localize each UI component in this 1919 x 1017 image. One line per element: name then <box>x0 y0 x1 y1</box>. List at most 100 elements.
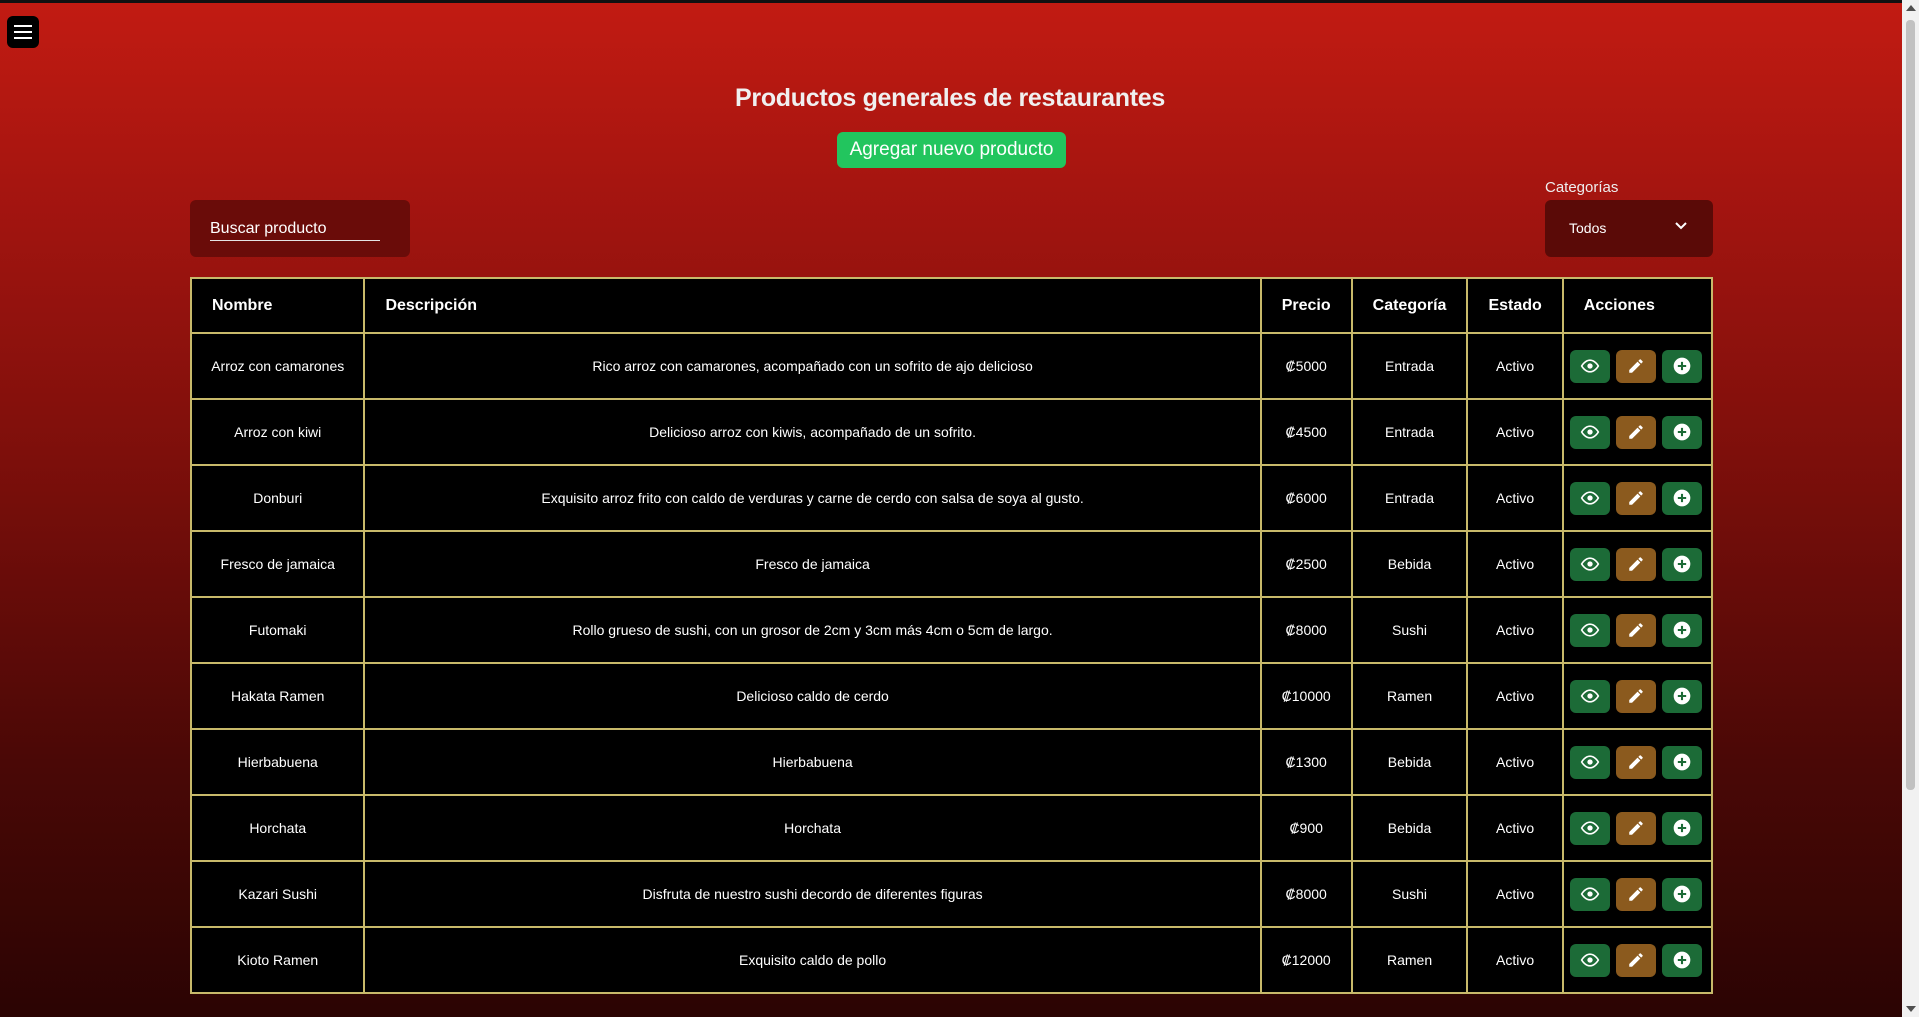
view-button[interactable] <box>1569 679 1610 713</box>
cell-precio: ₡6000 <box>1259 464 1353 532</box>
cell-descripcion: Rollo grueso de sushi, con un grosor de … <box>363 596 1262 664</box>
add-to-menu-button[interactable] <box>1661 877 1702 911</box>
plus-circle-icon <box>1672 818 1692 838</box>
cell-descripcion: Exquisito caldo de pollo <box>363 926 1262 994</box>
cell-categoria: Entrada <box>1350 332 1469 400</box>
cell-descripcion: Hierbabuena <box>363 728 1262 796</box>
view-button[interactable] <box>1569 349 1610 383</box>
table-row: Arroz con kiwi Delicioso arroz con kiwis,… <box>189 398 1714 466</box>
cell-nombre: Kazari Sushi <box>189 860 366 928</box>
eye-icon <box>1580 359 1600 373</box>
cell-acciones <box>1561 464 1714 532</box>
scroll-up-arrow-icon[interactable] <box>1906 5 1916 11</box>
cell-nombre: Futomaki <box>189 596 366 664</box>
cell-precio: ₡2500 <box>1259 530 1353 598</box>
eye-icon <box>1580 755 1600 769</box>
view-button[interactable] <box>1569 745 1610 779</box>
scrollbar-thumb[interactable] <box>1906 20 1915 790</box>
view-button[interactable] <box>1569 943 1610 977</box>
cell-estado: Activo <box>1466 596 1564 664</box>
cell-estado: Activo <box>1466 662 1564 730</box>
add-to-menu-button[interactable] <box>1661 943 1702 977</box>
cell-categoria: Bebida <box>1350 728 1469 796</box>
edit-button[interactable] <box>1615 349 1656 383</box>
column-header-descripcion: Descripción <box>363 277 1262 334</box>
column-header-estado: Estado <box>1466 277 1564 334</box>
cell-precio: ₡12000 <box>1259 926 1353 994</box>
cell-nombre: Fresco de jamaica <box>189 530 366 598</box>
cell-descripcion: Horchata <box>363 794 1262 862</box>
cell-acciones <box>1561 398 1714 466</box>
cell-precio: ₡4500 <box>1259 398 1353 466</box>
cell-descripcion: Rico arroz con camarones, acompañado con… <box>363 332 1262 400</box>
eye-icon <box>1580 623 1600 637</box>
menu-button[interactable] <box>7 16 39 48</box>
cell-acciones <box>1561 662 1714 730</box>
edit-button[interactable] <box>1615 811 1656 845</box>
edit-button[interactable] <box>1615 481 1656 515</box>
table-row: Futomaki Rollo grueso de sushi, con un gr… <box>189 596 1714 664</box>
cell-acciones <box>1561 728 1714 796</box>
cell-nombre: Donburi <box>189 464 366 532</box>
edit-button[interactable] <box>1615 613 1656 647</box>
edit-button[interactable] <box>1615 745 1656 779</box>
eye-icon <box>1580 557 1600 571</box>
search-input[interactable] <box>210 218 380 241</box>
plus-circle-icon <box>1672 422 1692 442</box>
cell-precio: ₡8000 <box>1259 596 1353 664</box>
cell-nombre: Hierbabuena <box>189 728 366 796</box>
cell-estado: Activo <box>1466 926 1564 994</box>
cell-precio: ₡1300 <box>1259 728 1353 796</box>
view-button[interactable] <box>1569 877 1610 911</box>
pencil-icon <box>1627 753 1645 771</box>
scroll-down-arrow-icon[interactable] <box>1906 1006 1916 1012</box>
add-to-menu-button[interactable] <box>1661 349 1702 383</box>
view-button[interactable] <box>1569 613 1610 647</box>
cell-nombre: Arroz con kiwi <box>189 398 366 466</box>
eye-icon <box>1580 887 1600 901</box>
view-button[interactable] <box>1569 415 1610 449</box>
pencil-icon <box>1627 819 1645 837</box>
cell-descripcion: Exquisito arroz frito con caldo de verdu… <box>363 464 1262 532</box>
cell-estado: Activo <box>1466 860 1564 928</box>
top-border <box>0 0 1919 3</box>
edit-button[interactable] <box>1615 679 1656 713</box>
column-header-categoria: Categoría <box>1350 277 1469 334</box>
category-label: Categorías <box>1545 179 1619 196</box>
pencil-icon <box>1627 621 1645 639</box>
pencil-icon <box>1627 357 1645 375</box>
pencil-icon <box>1627 489 1645 507</box>
add-to-menu-button[interactable] <box>1661 679 1702 713</box>
table-row: Kazari Sushi Disfruta de nuestro sushi de… <box>189 860 1714 928</box>
table-row: Arroz con camarones Rico arroz con camaro… <box>189 332 1714 400</box>
view-button[interactable] <box>1569 811 1610 845</box>
view-button[interactable] <box>1569 547 1610 581</box>
pencil-icon <box>1627 951 1645 969</box>
add-to-menu-button[interactable] <box>1661 547 1702 581</box>
edit-button[interactable] <box>1615 943 1656 977</box>
table-row: Fresco de jamaica Fresco de jamaica ₡2500 B… <box>189 530 1714 598</box>
cell-estado: Activo <box>1466 794 1564 862</box>
eye-icon <box>1580 689 1600 703</box>
view-button[interactable] <box>1569 481 1610 515</box>
table-row: Hakata Ramen Delicioso caldo de cerdo ₡100… <box>189 662 1714 730</box>
cell-descripcion: Disfruta de nuestro sushi decordo de dif… <box>363 860 1262 928</box>
category-select[interactable]: Todos <box>1545 200 1713 257</box>
pencil-icon <box>1627 885 1645 903</box>
edit-button[interactable] <box>1615 547 1656 581</box>
add-to-menu-button[interactable] <box>1661 745 1702 779</box>
edit-button[interactable] <box>1615 415 1656 449</box>
plus-circle-icon <box>1672 356 1692 376</box>
add-to-menu-button[interactable] <box>1661 415 1702 449</box>
add-product-button[interactable]: Agregar nuevo producto <box>837 132 1066 168</box>
add-to-menu-button[interactable] <box>1661 811 1702 845</box>
cell-acciones <box>1561 596 1714 664</box>
table-row: Horchata Horchata ₡900 Bebida Activo <box>189 794 1714 862</box>
add-to-menu-button[interactable] <box>1661 613 1702 647</box>
edit-button[interactable] <box>1615 877 1656 911</box>
cell-nombre: Horchata <box>189 794 366 862</box>
pencil-icon <box>1627 555 1645 573</box>
table-row: Kioto Ramen Exquisito caldo de pollo ₡1200… <box>189 926 1714 994</box>
vertical-scrollbar[interactable] <box>1902 0 1919 1017</box>
add-to-menu-button[interactable] <box>1661 481 1702 515</box>
